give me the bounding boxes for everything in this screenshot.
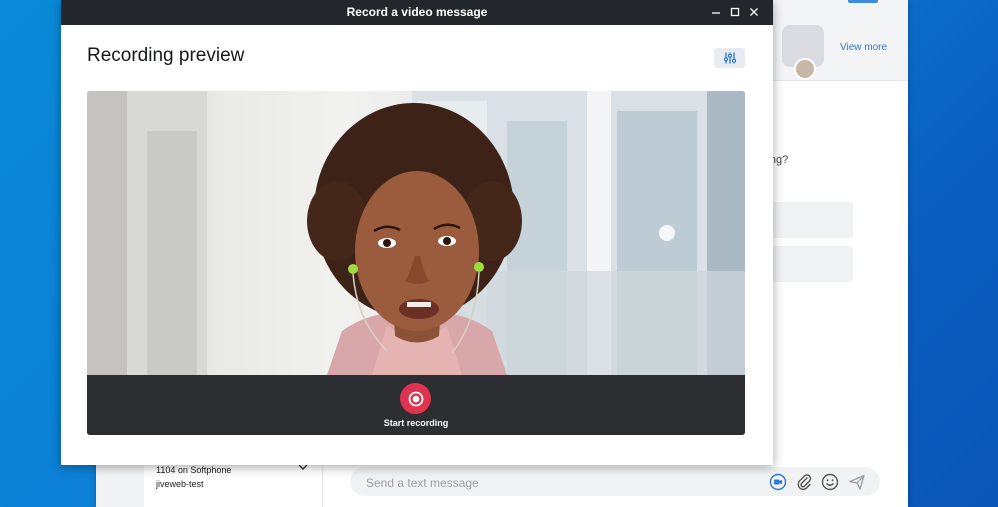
conversation-header xyxy=(756,0,908,81)
recording-preview: Start recording xyxy=(87,91,745,435)
window-titlebar[interactable]: Record a video message xyxy=(61,0,773,25)
minimize-icon[interactable] xyxy=(708,4,724,20)
header-action-button[interactable] xyxy=(848,0,878,3)
record-video-dialog: Record a video message Recording preview xyxy=(61,0,773,465)
record-icon xyxy=(408,391,424,407)
emoji-icon[interactable] xyxy=(820,472,840,492)
video-icon[interactable] xyxy=(768,472,788,492)
attachment-icon[interactable] xyxy=(794,472,814,492)
start-recording-label[interactable]: Start recording xyxy=(87,418,745,428)
recording-controls-bar: Start recording xyxy=(87,375,745,435)
phone-line-account: jiveweb-test xyxy=(156,479,204,489)
video-settings-button[interactable] xyxy=(714,48,745,68)
message-composer[interactable] xyxy=(350,467,880,496)
start-recording-button[interactable] xyxy=(400,383,431,414)
view-more-link[interactable]: View more xyxy=(840,42,887,53)
message-input[interactable] xyxy=(364,473,748,492)
camera-preview-video xyxy=(87,91,745,375)
maximize-icon[interactable] xyxy=(727,4,743,20)
participant-avatar[interactable] xyxy=(794,58,816,80)
camera-feed-image xyxy=(87,91,745,375)
page-title: Recording preview xyxy=(87,45,245,66)
window-title: Record a video message xyxy=(346,5,488,19)
close-icon[interactable] xyxy=(746,4,762,20)
phone-line-selector-label[interactable]: 1104 on Softphone xyxy=(156,465,231,475)
sliders-icon xyxy=(723,51,737,65)
send-icon[interactable] xyxy=(847,472,867,492)
